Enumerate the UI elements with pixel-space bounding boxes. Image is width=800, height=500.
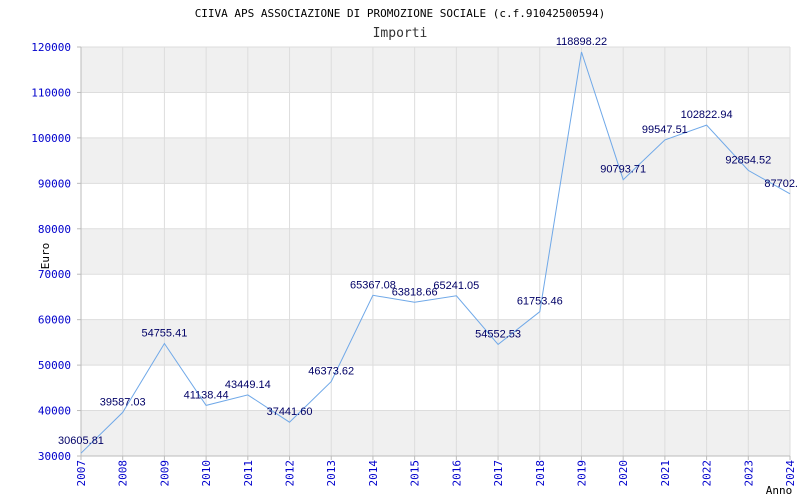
x-tick-label: 2019 <box>575 460 588 487</box>
y-tick-label: 100000 <box>31 132 71 145</box>
data-label: 118898.22 <box>556 36 607 48</box>
grid-band <box>81 410 790 456</box>
data-label: 65367.08 <box>350 279 396 291</box>
x-tick-label: 2018 <box>534 460 547 487</box>
grid-band <box>81 319 790 366</box>
data-label: 30605.81 <box>58 435 104 447</box>
y-tick-label: 60000 <box>38 314 71 327</box>
y-tick-label: 40000 <box>38 405 71 418</box>
y-axis-label: Euro <box>39 243 52 270</box>
y-tick-label: 80000 <box>38 223 71 236</box>
x-tick-label: 2014 <box>367 460 380 487</box>
data-label: 63818.66 <box>392 286 438 298</box>
data-label: 102822.94 <box>681 109 733 121</box>
grid-band <box>81 47 790 93</box>
y-tick-label: 50000 <box>38 359 71 372</box>
x-tick-label: 2020 <box>617 460 630 487</box>
y-tick-label: 110000 <box>31 86 71 99</box>
x-tick-label: 2024 <box>784 460 797 487</box>
data-label: 87702. <box>764 178 798 190</box>
data-label: 39587.03 <box>100 396 146 408</box>
chart-title: CIIVA APS ASSOCIAZIONE DI PROMOZIONE SOC… <box>195 7 606 20</box>
data-label: 65241.05 <box>433 280 479 292</box>
x-tick-label: 2017 <box>492 460 505 487</box>
y-tick-label: 30000 <box>38 450 71 463</box>
data-label: 92854.52 <box>725 154 771 166</box>
y-tick-label: 120000 <box>31 41 71 54</box>
x-tick-label: 2007 <box>75 460 88 487</box>
x-tick-label: 2011 <box>242 460 255 487</box>
data-label: 99547.51 <box>642 124 688 136</box>
line-chart: CIIVA APS ASSOCIAZIONE DI PROMOZIONE SOC… <box>31 7 798 497</box>
x-tick-label: 2023 <box>742 460 755 487</box>
grid-band <box>81 137 790 184</box>
data-label: 54552.53 <box>475 328 521 340</box>
data-label: 37441.60 <box>267 406 313 418</box>
chart-subtitle: Importi <box>373 26 428 41</box>
data-label: 43449.14 <box>225 379 271 391</box>
x-axis-label: Anno <box>766 484 793 497</box>
data-label: 61753.46 <box>517 296 563 308</box>
x-tick-label: 2009 <box>158 460 171 487</box>
data-label: 54755.41 <box>141 328 187 340</box>
x-tick-label: 2021 <box>659 460 672 487</box>
data-label: 90793.71 <box>600 164 646 176</box>
x-tick-label: 2016 <box>450 460 463 487</box>
data-label: 46373.62 <box>308 366 354 378</box>
data-label: 41138.44 <box>184 389 229 401</box>
x-tick-label: 2022 <box>701 460 714 487</box>
x-tick-label: 2010 <box>200 460 213 487</box>
x-tick-label: 2013 <box>325 460 338 487</box>
x-tick-labels: 2007 2008 2009 2010 2011 2012 2013 2014 2015 2016… <box>75 460 797 487</box>
x-tick-label: 2008 <box>117 460 130 487</box>
grid-band <box>81 228 790 275</box>
y-tick-label: 90000 <box>38 177 71 190</box>
x-tick-label: 2012 <box>284 460 297 487</box>
x-tick-label: 2015 <box>409 460 422 487</box>
